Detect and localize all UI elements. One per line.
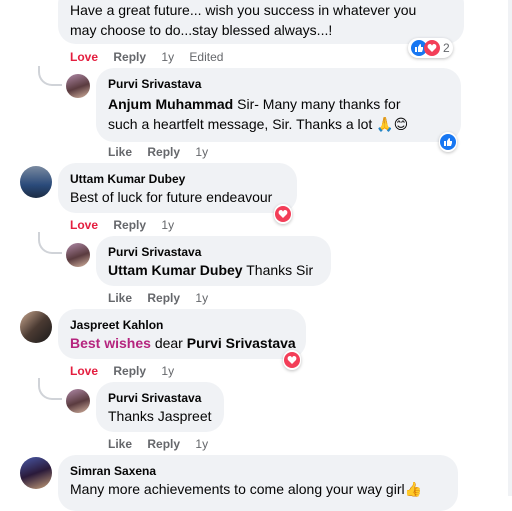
timestamp[interactable]: 1y [161, 50, 174, 64]
comment-author[interactable]: Purvi Srivastava [108, 391, 201, 405]
comment-bubble: Jaspreet Kahlon Best wishes dear Purvi S… [58, 309, 306, 359]
avatar[interactable] [66, 243, 90, 267]
reply-link[interactable]: Reply [113, 218, 146, 232]
reply-link[interactable]: Reply [147, 437, 180, 451]
comment-actions: Like Reply 1y [108, 437, 220, 451]
love-link[interactable]: Love [70, 50, 98, 64]
like-icon [440, 134, 456, 150]
like-link[interactable]: Like [108, 291, 132, 305]
comment-actions: Love Reply 1y [70, 218, 186, 232]
comment-author[interactable]: Simran Saxena [70, 464, 156, 478]
comment-text: dear [150, 335, 187, 351]
comment-actions: Like Reply 1y [108, 291, 220, 305]
reaction-summary[interactable] [283, 350, 301, 370]
avatar[interactable] [66, 389, 90, 413]
avatar[interactable] [66, 74, 90, 98]
mention-link[interactable]: Anjum Muhammad [108, 96, 233, 112]
like-link[interactable]: Like [108, 145, 132, 159]
avatar[interactable] [20, 457, 52, 489]
comment-actions: Like Reply 1y [108, 145, 220, 159]
comment-author[interactable]: Purvi Srivastava [108, 245, 201, 259]
comment-text-line: may choose to do...stay blessed always..… [70, 22, 333, 38]
love-icon [275, 206, 291, 222]
reply-link[interactable]: Reply [113, 50, 146, 64]
comment-text: Thanks Sir [242, 262, 314, 278]
comment-bubble: Uttam Kumar Dubey Best of luck for futur… [58, 163, 297, 213]
thread-connector [38, 378, 62, 400]
love-link[interactable]: Love [70, 218, 98, 232]
thread-connector [38, 66, 62, 86]
reaction-summary[interactable]: 2 [408, 38, 453, 58]
comment-author[interactable]: Purvi Srivastava [108, 77, 201, 91]
comment-bubble: Purvi Srivastava Thanks Jaspreet [96, 382, 224, 432]
timestamp[interactable]: 1y [195, 437, 208, 451]
comment-author[interactable]: Uttam Kumar Dubey [70, 172, 185, 186]
comment-bubble: Simran Saxena Many more achievements to … [58, 455, 458, 511]
reply-link[interactable]: Reply [147, 145, 180, 159]
avatar[interactable] [20, 311, 52, 343]
reply-link[interactable]: Reply [113, 364, 146, 378]
love-icon [424, 40, 440, 56]
thread-connector [38, 232, 62, 254]
highlighted-text: Best wishes [70, 335, 151, 351]
comment-text: Best of luck for future endeavour [70, 189, 273, 205]
comment-author[interactable]: Jaspreet Kahlon [70, 318, 163, 332]
comment-bubble: Have a great future... wish you success … [58, 0, 464, 44]
like-link[interactable]: Like [108, 437, 132, 451]
reaction-summary[interactable] [439, 132, 457, 152]
mention-link[interactable]: Purvi Srivastava [187, 335, 296, 351]
comment-text-line: Have a great future... wish you success … [70, 2, 417, 18]
reply-link[interactable]: Reply [147, 291, 180, 305]
comment-text: Many more achievements to come along you… [70, 481, 423, 497]
comment-actions: Love Reply 1y Edited [70, 50, 235, 64]
timestamp[interactable]: 1y [195, 291, 208, 305]
comment-text: Thanks Jaspreet [108, 408, 212, 424]
timestamp[interactable]: 1y [161, 218, 174, 232]
love-link[interactable]: Love [70, 364, 98, 378]
timestamp[interactable]: 1y [161, 364, 174, 378]
comment-actions: Love Reply 1y [70, 364, 186, 378]
timestamp[interactable]: 1y [195, 145, 208, 159]
scrollbar[interactable] [508, 0, 512, 496]
reaction-count: 2 [443, 41, 450, 55]
comment-bubble: Purvi Srivastava Anjum Muhammad Sir- Man… [96, 68, 461, 142]
avatar[interactable] [20, 166, 52, 198]
reaction-summary[interactable] [274, 204, 292, 224]
edited-label: Edited [189, 50, 224, 64]
mention-link[interactable]: Uttam Kumar Dubey [108, 262, 243, 278]
comment-text: Sir- Many many thanks for [233, 96, 401, 112]
comment-bubble: Purvi Srivastava Uttam Kumar Dubey Thank… [96, 236, 331, 286]
love-icon [284, 352, 300, 368]
comment-text-line: such a heartfelt message, Sir. Thanks a … [108, 116, 409, 132]
